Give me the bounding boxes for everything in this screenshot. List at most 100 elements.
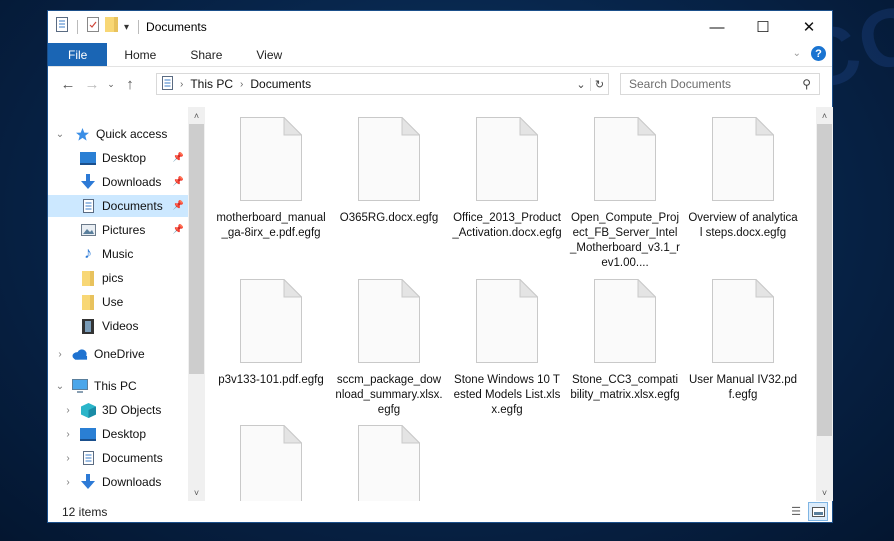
blank-file-icon	[240, 116, 303, 201]
expand-ribbon-icon[interactable]: ⌄	[793, 48, 801, 59]
tab-share[interactable]: Share	[173, 43, 239, 66]
scroll-up-icon[interactable]: ˄	[188, 107, 205, 124]
scroll-down-icon[interactable]: ˅	[816, 484, 833, 501]
ribbon-tabs: File Home Share View ⌄ ?	[48, 43, 832, 67]
pin-icon[interactable]: 📌	[173, 224, 184, 235]
file-list: motherboard_manual_ga-8irx_e.pdf.egfg O3…	[206, 107, 818, 501]
chevron-right-icon[interactable]: ›	[54, 349, 66, 360]
scroll-up-icon[interactable]: ˄	[816, 107, 833, 124]
back-button[interactable]: ←	[56, 76, 80, 93]
minimize-button[interactable]: —	[694, 11, 740, 43]
tab-view[interactable]: View	[239, 43, 299, 66]
file-item[interactable]: Open_Compute_Project_FB_Server_Intel_Mot…	[570, 116, 680, 271]
refresh-button[interactable]: ↻	[590, 77, 608, 91]
separator	[138, 20, 140, 34]
file-item[interactable]	[334, 424, 444, 501]
pin-icon[interactable]: 📌	[173, 176, 184, 187]
nav-label: This PC	[94, 379, 137, 393]
customize-toolbar-icon[interactable]: ▾	[124, 22, 129, 33]
nav-item-pc-desktop[interactable]: › Desktop	[48, 423, 188, 445]
scroll-down-icon[interactable]: ˅	[188, 484, 205, 501]
recent-locations-button[interactable]: ⌄	[104, 79, 118, 90]
up-button[interactable]: ↑	[118, 76, 142, 93]
nav-item-pc-documents[interactable]: › Documents	[48, 447, 188, 469]
address-history-dropdown[interactable]: ⌄	[572, 78, 590, 91]
blank-file-icon	[594, 278, 657, 363]
nav-item-music[interactable]: ♪ Music	[48, 243, 188, 265]
separator	[77, 20, 78, 34]
tab-file[interactable]: File	[48, 43, 108, 66]
nav-item-downloads[interactable]: Downloads 📌	[48, 171, 188, 193]
music-icon: ♪	[84, 245, 92, 262]
nav-item-pc-downloads[interactable]: › Downloads	[48, 471, 188, 493]
close-button[interactable]: ✕	[786, 11, 832, 43]
file-item[interactable]	[216, 424, 326, 501]
chevron-right-icon: ›	[240, 78, 244, 90]
blank-file-icon	[358, 278, 421, 363]
folder-icon	[80, 294, 96, 310]
nav-item-pics[interactable]: pics	[48, 267, 188, 289]
maximize-button[interactable]: ☐	[740, 11, 786, 43]
chevron-right-icon[interactable]: ›	[62, 477, 74, 488]
window-title: Documents	[146, 20, 207, 34]
nav-label: Videos	[102, 319, 139, 333]
status-bar: 12 items ☰	[48, 501, 832, 523]
scroll-thumb[interactable]	[189, 124, 204, 374]
nav-item-documents[interactable]: Documents 📌	[48, 195, 188, 217]
tab-home[interactable]: Home	[107, 43, 173, 66]
file-item[interactable]: O365RG.docx.egfg	[334, 116, 444, 226]
nav-item-pictures[interactable]: Pictures 📌	[48, 219, 188, 241]
address-bar[interactable]: › This PC › Documents ⌄ ↻	[156, 73, 609, 95]
file-item[interactable]: Overview of analytical steps.docx.egfg	[688, 116, 798, 241]
file-item[interactable]: motherboard_manual_ga-8irx_e.pdf.egfg	[216, 116, 326, 241]
nav-item-desktop[interactable]: Desktop 📌	[48, 147, 188, 169]
pin-icon[interactable]: 📌	[173, 152, 184, 163]
file-item[interactable]: p3v133-101.pdf.egfg	[216, 278, 326, 388]
file-item[interactable]: sccm_package_download_summary.xlsx.egfg	[334, 278, 444, 418]
pin-icon[interactable]: 📌	[173, 200, 184, 211]
scroll-thumb[interactable]	[817, 124, 832, 436]
breadcrumb-documents[interactable]: Documents	[250, 77, 311, 91]
file-name: Office_2013_Product_Activation.docx.egfg	[452, 212, 562, 239]
nav-label: pics	[102, 271, 124, 285]
chevron-right-icon[interactable]: ›	[62, 405, 74, 416]
item-count: 12 items	[62, 505, 108, 519]
file-explorer-window: ▾ Documents — ☐ ✕ File Home Share View ⌄…	[47, 10, 833, 523]
navigation-pane: ⌄ Quick access Desktop 📌 Downloads 📌 Doc	[48, 117, 203, 501]
search-input[interactable]: Search Documents ⚲	[620, 73, 820, 95]
nav-label: Desktop	[102, 427, 147, 441]
nav-label: Documents	[102, 199, 163, 213]
search-icon[interactable]: ⚲	[802, 77, 811, 91]
properties-icon[interactable]	[56, 17, 68, 37]
nav-item-quick-access[interactable]: ⌄ Quick access	[48, 123, 186, 145]
checklist-icon[interactable]	[87, 17, 99, 37]
nav-item-this-pc[interactable]: ⌄ This PC	[48, 375, 188, 397]
nav-item-3d-objects[interactable]: › 3D Objects	[48, 399, 188, 421]
nav-item-use[interactable]: Use	[48, 291, 188, 313]
forward-button[interactable]: →	[80, 76, 104, 93]
new-folder-icon[interactable]	[105, 17, 118, 37]
star-icon	[74, 126, 90, 142]
nav-item-videos[interactable]: Videos	[48, 315, 188, 337]
chevron-down-icon[interactable]: ⌄	[54, 381, 66, 392]
chevron-down-icon[interactable]: ⌄	[54, 129, 66, 140]
nav-label: Downloads	[102, 475, 162, 489]
nav-label: Pictures	[102, 223, 146, 237]
large-icons-view-icon[interactable]	[808, 502, 828, 521]
document-icon	[80, 198, 96, 214]
chevron-right-icon[interactable]: ›	[62, 453, 74, 464]
nav-pane-scrollbar[interactable]: ˄ ˅	[188, 107, 205, 501]
file-item[interactable]: Stone Windows 10 Tested Models List.xlsx…	[452, 278, 562, 418]
nav-item-onedrive[interactable]: › OneDrive	[48, 343, 188, 365]
blank-file-icon	[476, 116, 539, 201]
file-item[interactable]: Stone_CC3_compatibility_matrix.xlsx.egfg	[570, 278, 680, 403]
file-item[interactable]: User Manual IV32.pdf.egfg	[688, 278, 798, 403]
content-scrollbar[interactable]: ˄ ˅	[816, 107, 833, 501]
breadcrumb-this-pc[interactable]: This PC	[190, 77, 233, 91]
help-icon[interactable]: ?	[811, 46, 826, 61]
file-item[interactable]: Office_2013_Product_Activation.docx.egfg	[452, 116, 562, 241]
chevron-right-icon[interactable]: ›	[62, 429, 74, 440]
details-view-icon[interactable]: ☰	[786, 502, 806, 521]
title-bar: ▾ Documents — ☐ ✕	[48, 11, 832, 43]
blank-file-icon	[476, 278, 539, 363]
